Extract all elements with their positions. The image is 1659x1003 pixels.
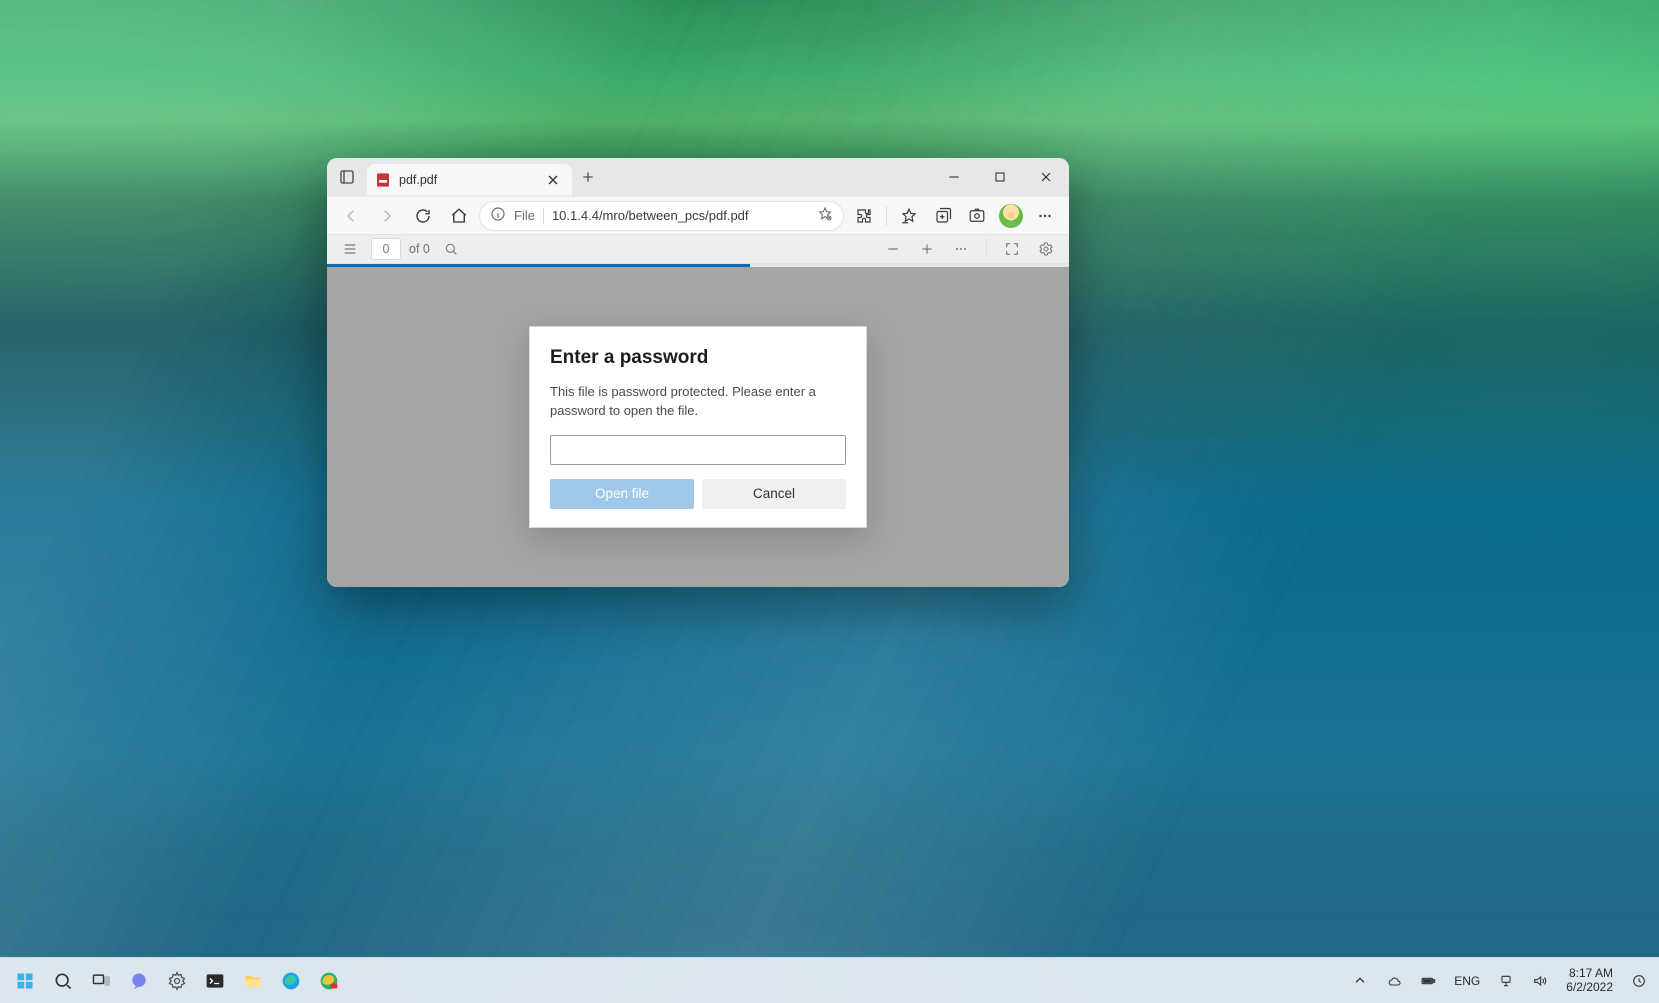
pdf-find-icon[interactable] [438, 237, 464, 261]
new-tab-button[interactable] [572, 158, 604, 196]
pdf-settings-icon[interactable] [1033, 237, 1059, 261]
cancel-button[interactable]: Cancel [702, 479, 846, 509]
pdf-more-icon[interactable] [948, 237, 974, 261]
start-button[interactable] [6, 962, 44, 1000]
language-indicator[interactable]: ENG [1448, 965, 1486, 997]
pdf-separator [986, 239, 987, 259]
tray-overflow-icon[interactable] [1346, 965, 1374, 997]
onedrive-icon[interactable] [1380, 965, 1408, 997]
notifications-icon[interactable] [1625, 965, 1653, 997]
clock-date: 6/2/2022 [1566, 981, 1613, 995]
back-button[interactable] [335, 201, 367, 231]
search-button[interactable] [44, 962, 82, 1000]
collections-icon[interactable] [927, 201, 959, 231]
web-capture-icon[interactable] [961, 201, 993, 231]
password-dialog: Enter a password This file is password p… [529, 326, 867, 528]
toolbar-separator [886, 206, 887, 226]
site-info-icon[interactable] [490, 206, 506, 225]
forward-button[interactable] [371, 201, 403, 231]
home-button[interactable] [443, 201, 475, 231]
titlebar: pdf.pdf [327, 158, 1069, 196]
battery-icon[interactable] [1414, 965, 1442, 997]
favorites-icon[interactable] [893, 201, 925, 231]
system-tray: ENG 8:17 AM 6/2/2022 [1346, 965, 1653, 997]
language-label: ENG [1454, 974, 1480, 988]
tab-title: pdf.pdf [399, 173, 437, 187]
settings-more-button[interactable] [1029, 201, 1061, 231]
favorite-star-icon[interactable] [817, 206, 833, 225]
pdf-page-of-label: of 0 [409, 242, 430, 256]
settings-app-button[interactable] [158, 962, 196, 1000]
avatar-icon [999, 204, 1023, 228]
dialog-title: Enter a password [550, 347, 846, 369]
pdf-file-icon [375, 172, 391, 188]
pdf-fullscreen-icon[interactable] [999, 237, 1025, 261]
terminal-app-button[interactable] [196, 962, 234, 1000]
address-url: 10.1.4.4/mro/between_pcs/pdf.pdf [552, 208, 809, 223]
extension-puzzle-icon[interactable] [848, 201, 880, 231]
pdf-page-input[interactable] [371, 238, 401, 260]
dialog-message: This file is password protected. Please … [550, 383, 846, 421]
address-protocol-label: File [514, 208, 535, 223]
maximize-button[interactable] [977, 158, 1023, 196]
pdf-toolbar: of 0 [327, 234, 1069, 264]
browser-window: pdf.pdf File 10.1.4.4/mro/between_pcs/pd… [327, 158, 1069, 587]
browser-toolbar: File 10.1.4.4/mro/between_pcs/pdf.pdf [327, 196, 1069, 234]
edge-canary-button[interactable] [310, 962, 348, 1000]
close-window-button[interactable] [1023, 158, 1069, 196]
pdf-zoom-out-icon[interactable] [880, 237, 906, 261]
refresh-button[interactable] [407, 201, 439, 231]
profile-avatar[interactable] [995, 201, 1027, 231]
address-separator [543, 208, 544, 224]
toolbar-right-icons [848, 201, 1061, 231]
password-input[interactable] [550, 435, 846, 465]
minimize-button[interactable] [931, 158, 977, 196]
pdf-zoom-in-icon[interactable] [914, 237, 940, 261]
taskbar-clock[interactable]: 8:17 AM 6/2/2022 [1560, 967, 1619, 995]
tab-actions-button[interactable] [327, 158, 367, 196]
file-explorer-button[interactable] [234, 962, 272, 1000]
clock-time: 8:17 AM [1569, 967, 1613, 981]
taskbar: ENG 8:17 AM 6/2/2022 [0, 957, 1659, 1003]
edge-browser-button[interactable] [272, 962, 310, 1000]
pdf-viewer-area: Enter a password This file is password p… [327, 267, 1069, 587]
teams-chat-button[interactable] [120, 962, 158, 1000]
open-file-button[interactable]: Open file [550, 479, 694, 509]
window-controls [931, 158, 1069, 196]
browser-tab[interactable]: pdf.pdf [367, 164, 572, 196]
task-view-button[interactable] [82, 962, 120, 1000]
network-icon[interactable] [1492, 965, 1520, 997]
close-tab-button[interactable] [542, 169, 564, 191]
pdf-contents-icon[interactable] [337, 237, 363, 261]
dialog-actions: Open file Cancel [550, 479, 846, 509]
address-bar[interactable]: File 10.1.4.4/mro/between_pcs/pdf.pdf [479, 201, 844, 231]
volume-icon[interactable] [1526, 965, 1554, 997]
